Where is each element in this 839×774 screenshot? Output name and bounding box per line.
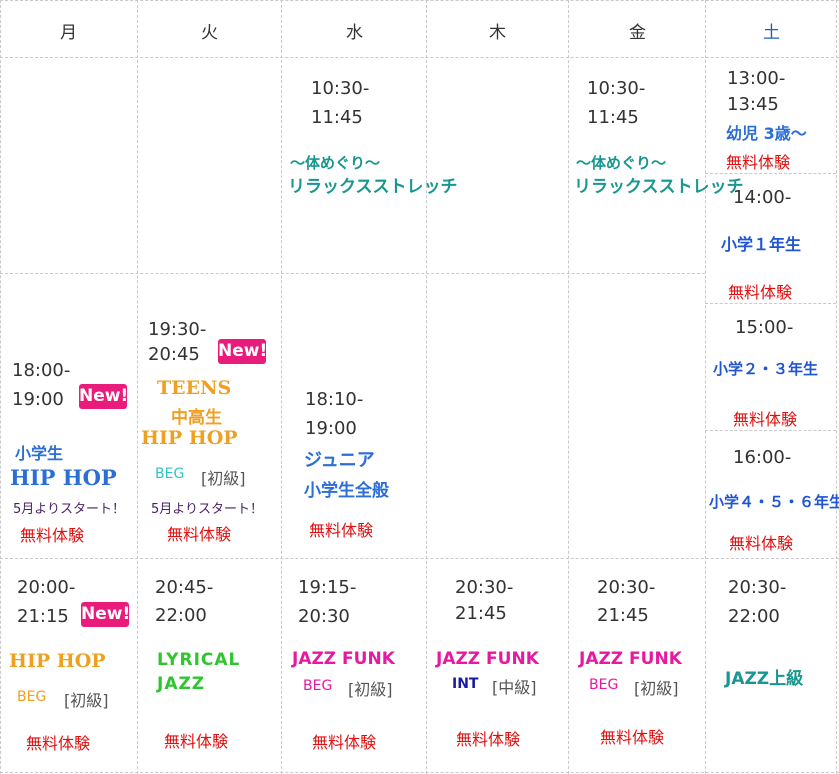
level-code: BEG bbox=[155, 466, 185, 482]
grid-line bbox=[836, 0, 837, 774]
class-time-start: 20:30- bbox=[728, 577, 787, 598]
class-time-start: 19:15- bbox=[298, 577, 357, 598]
free-trial-label: 無料体験 bbox=[733, 410, 798, 429]
class-time-start: 14:00- bbox=[733, 187, 792, 208]
class-name: HIP HOP bbox=[141, 427, 238, 449]
free-trial-label: 無料体験 bbox=[728, 283, 793, 302]
level-label: [初級] bbox=[64, 691, 109, 710]
level-code: BEG bbox=[589, 677, 619, 693]
new-badge: New! bbox=[218, 339, 267, 364]
class-time-end: 21:45 bbox=[597, 605, 649, 626]
new-badge: New! bbox=[79, 384, 128, 409]
class-time-end: 19:00 bbox=[12, 389, 64, 410]
start-note: 5月よりスタート！ bbox=[151, 502, 264, 517]
free-trial-label: 無料体験 bbox=[20, 526, 85, 545]
level-code: INT bbox=[452, 676, 479, 692]
free-trial-label: 無料体験 bbox=[456, 730, 521, 749]
class-time-end: 22:00 bbox=[155, 605, 207, 626]
class-name: 小学生 bbox=[15, 444, 64, 463]
day-header-tue: 火 bbox=[201, 23, 218, 43]
class-name: HIP HOP bbox=[9, 650, 106, 672]
grid-line bbox=[0, 0, 839, 1]
class-name: JAZZ FUNK bbox=[292, 649, 395, 669]
new-badge: New! bbox=[81, 602, 130, 627]
class-name: 小学２・３年生 bbox=[713, 360, 819, 378]
class-name: HIP HOP bbox=[10, 465, 117, 490]
class-time-start: 10:30- bbox=[587, 78, 646, 99]
level-label: [初級] bbox=[634, 679, 679, 698]
class-time-end: 11:45 bbox=[587, 107, 639, 128]
class-name: JAZZ上級 bbox=[725, 669, 804, 689]
class-name: LYRICAL bbox=[157, 650, 241, 670]
level-code: BEG bbox=[303, 678, 333, 694]
class-name: 幼児 3歳～ bbox=[726, 124, 807, 143]
grid-line bbox=[705, 0, 706, 774]
class-name: ～体めぐり～ bbox=[290, 154, 381, 172]
class-name: リラックスストレッチ bbox=[574, 177, 744, 197]
class-time-start: 13:00- bbox=[727, 68, 786, 89]
day-header-fri: 金 bbox=[629, 23, 646, 43]
grid-line bbox=[705, 303, 836, 304]
class-name: JAZZ bbox=[157, 674, 206, 694]
class-time-start: 20:45- bbox=[155, 577, 214, 598]
class-name: TEENS bbox=[157, 377, 232, 399]
class-time-start: 20:00- bbox=[17, 577, 76, 598]
class-name: 中高生 bbox=[171, 408, 222, 428]
grid-line bbox=[426, 0, 427, 774]
day-header-wed: 水 bbox=[346, 23, 363, 43]
day-header-mon: 月 bbox=[60, 23, 77, 43]
class-time-end: 19:00 bbox=[305, 418, 357, 439]
class-time-start: 20:30- bbox=[597, 577, 656, 598]
class-time-start: 18:00- bbox=[12, 360, 71, 381]
level-label: [中級] bbox=[492, 678, 537, 697]
grid-line bbox=[137, 0, 138, 774]
class-time-end: 21:45 bbox=[455, 603, 507, 624]
free-trial-label: 無料体験 bbox=[26, 734, 91, 753]
class-time-start: 20:30- bbox=[455, 577, 514, 598]
class-name: JAZZ FUNK bbox=[436, 649, 539, 669]
free-trial-label: 無料体験 bbox=[729, 534, 794, 553]
class-name: 小学１年生 bbox=[721, 235, 802, 254]
class-time-end: 20:45 bbox=[148, 344, 200, 365]
class-time-start: 16:00- bbox=[733, 447, 792, 468]
class-time-end: 20:30 bbox=[298, 606, 350, 627]
level-label: [初級] bbox=[201, 469, 246, 488]
day-header-sat: 土 bbox=[763, 23, 780, 43]
class-name: ジュニア bbox=[304, 450, 375, 471]
class-time-end: 11:45 bbox=[311, 107, 363, 128]
class-name: JAZZ FUNK bbox=[579, 649, 682, 669]
level-code: BEG bbox=[17, 689, 47, 705]
grid-line bbox=[0, 57, 839, 58]
free-trial-label: 無料体験 bbox=[167, 525, 232, 544]
free-trial-label: 無料体験 bbox=[309, 521, 374, 540]
grid-line bbox=[568, 0, 569, 774]
free-trial-label: 無料体験 bbox=[164, 732, 229, 751]
start-note: 5月よりスタート！ bbox=[13, 502, 126, 517]
class-time-start: 15:00- bbox=[735, 317, 794, 338]
class-name: 小学生全般 bbox=[304, 481, 389, 501]
grid-line bbox=[0, 772, 839, 773]
grid-line bbox=[0, 558, 839, 559]
class-name: ～体めぐり～ bbox=[576, 154, 667, 172]
class-time-end: 13:45 bbox=[727, 94, 779, 115]
grid-line bbox=[281, 0, 282, 774]
class-time-start: 10:30- bbox=[311, 78, 370, 99]
class-name: リラックスストレッチ bbox=[288, 177, 458, 197]
class-time-end: 22:00 bbox=[728, 606, 780, 627]
class-time-end: 21:15 bbox=[17, 606, 69, 627]
level-label: [初級] bbox=[348, 680, 393, 699]
free-trial-label: 無料体験 bbox=[312, 733, 377, 752]
free-trial-label: 無料体験 bbox=[726, 153, 791, 172]
day-header-thu: 木 bbox=[489, 23, 506, 43]
grid-line bbox=[0, 0, 1, 774]
class-name: 小学４・５・６年生 bbox=[709, 493, 839, 511]
grid-line bbox=[0, 273, 705, 274]
free-trial-label: 無料体験 bbox=[600, 728, 665, 747]
class-time-start: 18:10- bbox=[305, 389, 364, 410]
grid-line bbox=[705, 430, 836, 431]
